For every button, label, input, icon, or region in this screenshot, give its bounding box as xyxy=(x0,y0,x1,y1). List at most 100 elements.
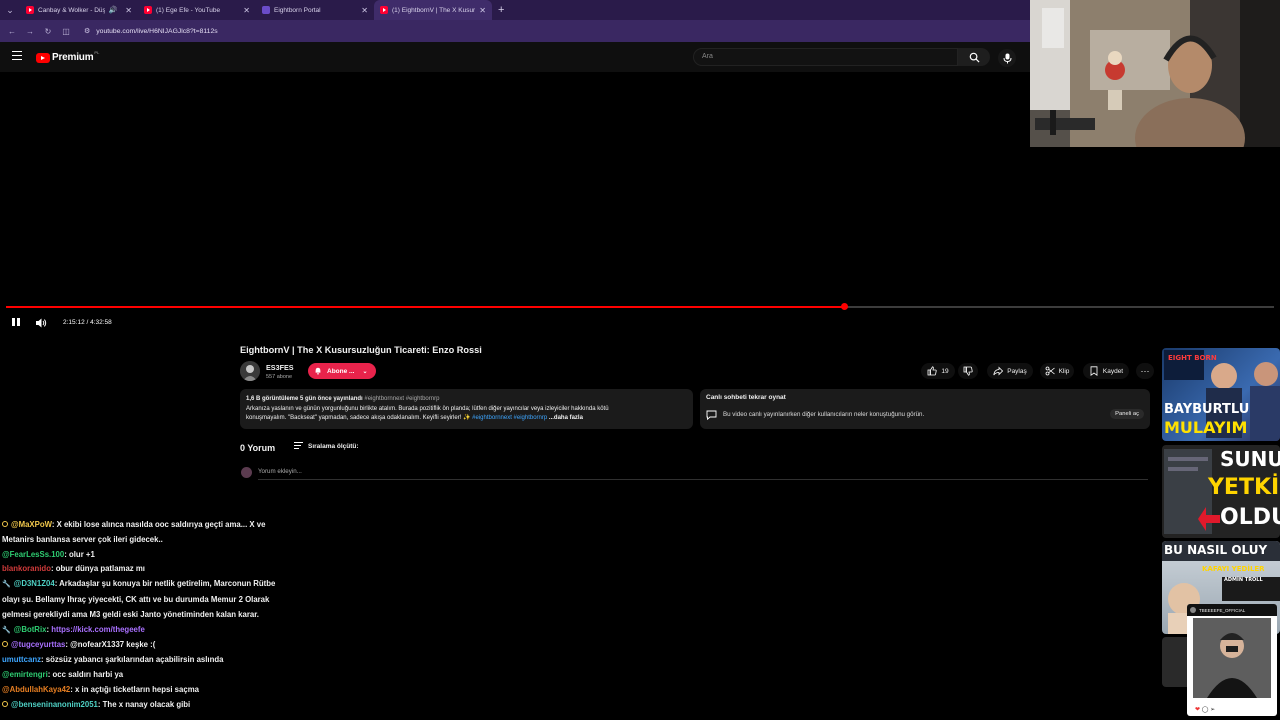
more-icon: ⋯ xyxy=(1140,365,1150,376)
progress-played xyxy=(6,306,845,308)
clip-label: Klip xyxy=(1058,367,1070,375)
portal-favicon-icon xyxy=(262,6,270,14)
search-icon xyxy=(969,52,980,63)
chat-username[interactable]: @FearLesSs.100 xyxy=(2,550,64,559)
browser-tab-3[interactable]: Eightborn Portal ✕ xyxy=(256,0,374,20)
reload-icon[interactable]: ↻ xyxy=(42,27,54,36)
youtube-favicon-icon xyxy=(144,6,152,14)
save-button[interactable]: Kaydet xyxy=(1083,363,1129,379)
youtube-header: Premium PL Ara xyxy=(0,42,1030,72)
recommended-video-thumbnail[interactable]: EIGHT BORN BAYBURTLU MULAYIM xyxy=(1162,348,1280,441)
site-settings-icon[interactable]: ⚙ xyxy=(84,27,90,35)
microphone-icon xyxy=(1003,53,1011,63)
heart-icon: ❤ xyxy=(1195,707,1201,713)
description-line-2-row: konuşmayalım. "Backseat" yapmadan, sadec… xyxy=(246,414,687,424)
volume-icon xyxy=(36,318,47,328)
new-tab-icon[interactable]: + xyxy=(498,4,504,16)
thumbnail-title-2: KAFAYI YEDİLER xyxy=(1202,565,1265,573)
recommended-video-thumbnail[interactable]: SUNUC YETKİ OLDU xyxy=(1162,445,1280,538)
like-count: 19 xyxy=(941,367,949,375)
chat-username[interactable]: @BotRix xyxy=(14,625,47,634)
chevron-down-icon: ⌄ xyxy=(362,368,368,375)
chat-message: 🔧 @BotRix: https://kick.com/thegeefe xyxy=(0,623,290,639)
channel-name[interactable]: ES3FES xyxy=(266,363,294,372)
chat-message: @emirtengri: occ saldırı harbi ya xyxy=(0,668,290,683)
chat-username[interactable]: @benseninanonim2051 xyxy=(11,700,98,709)
show-more-link[interactable]: ...daha fazla xyxy=(549,415,583,421)
browser-tab-4[interactable]: (1) EightbornV | The X Kusursu... ✕ xyxy=(374,0,492,20)
close-tab-icon[interactable]: ✕ xyxy=(361,6,368,15)
webcam-image xyxy=(1030,0,1280,147)
chat-text: : The x nanay olacak gibi xyxy=(97,699,191,709)
chat-username[interactable]: umuttcanz xyxy=(2,655,41,664)
avatar-image xyxy=(240,361,260,381)
tab-list-menu-icon[interactable]: ⌄ xyxy=(0,0,20,20)
chat-replay-panel: Canlı sohbeti tekrar oynat Bu video canl… xyxy=(700,389,1150,429)
send-icon: ➢ xyxy=(1210,707,1216,713)
logo-text: Premium xyxy=(52,52,94,63)
pause-icon xyxy=(12,318,15,326)
pause-button[interactable] xyxy=(12,318,20,326)
chat-message: umuttcanz: sözsüz yabancı şarkılarından … xyxy=(0,653,290,668)
chat-replay-text: Bu video canlı yayınlanırken diğer kulla… xyxy=(723,411,925,418)
browser-tab-1[interactable]: Canbay & Wolker - Düşme... 🔊 ✕ xyxy=(20,0,138,20)
instagram-overlay: TBEEEEFE_OFFICIAL ❤ ◯ ➢ xyxy=(1187,604,1277,716)
speaker-icon[interactable]: 🔊 xyxy=(109,6,118,14)
youtube-favicon-icon xyxy=(26,6,34,14)
sub-badge-icon xyxy=(2,700,8,707)
sidebar-toggle-icon[interactable]: ◫ xyxy=(60,27,72,36)
description-box[interactable]: 1,6 B görüntüleme 5 gün önce yayınlandı … xyxy=(240,389,693,429)
share-button[interactable]: Paylaş xyxy=(987,363,1033,379)
stream-chat-overlay: @MaXPoW: X ekibi lose alınca nasılda ooc… xyxy=(0,518,290,712)
chat-username[interactable]: @emirtengri xyxy=(2,670,48,679)
voice-search-button[interactable] xyxy=(998,49,1016,67)
time-display: 2:15:12 / 4:32:58 xyxy=(63,319,112,326)
forward-icon[interactable]: → xyxy=(24,27,36,36)
description-meta-tags[interactable]: #eightbornnext #eightbornrp xyxy=(364,396,439,402)
chat-message: 🔧 @D3N1Z04: Arkadaşlar şu konuya bir netl… xyxy=(0,577,282,622)
instagram-header: TBEEEEFE_OFFICIAL xyxy=(1187,604,1277,616)
more-actions-button[interactable]: ⋯ xyxy=(1136,363,1154,379)
chat-username[interactable]: @D3N1Z04 xyxy=(14,579,55,588)
chat-message: @benseninanonim2051: The x nanay olacak … xyxy=(0,698,290,713)
comment-input-underline xyxy=(258,479,1148,480)
clip-button[interactable]: Klip xyxy=(1040,363,1074,379)
tab-title: (1) EightbornV | The X Kusursu... xyxy=(392,6,476,14)
chat-username[interactable]: @MaXPoW xyxy=(11,520,52,529)
thumbnail-title-3: ADMİN TROLL xyxy=(1224,577,1263,583)
channel-avatar[interactable] xyxy=(240,361,260,381)
volume-button[interactable] xyxy=(35,316,47,328)
dislike-button[interactable] xyxy=(958,363,978,379)
search-input[interactable]: Ara xyxy=(693,48,958,66)
chat-bubble-icon xyxy=(706,410,717,420)
sort-button[interactable]: Sıralama ölçütü: xyxy=(294,442,359,451)
close-tab-icon[interactable]: ✕ xyxy=(479,6,486,15)
search-button[interactable] xyxy=(958,48,990,66)
progress-bar[interactable] xyxy=(6,303,1274,310)
open-panel-button[interactable]: Paneli aç xyxy=(1110,409,1144,419)
bell-icon xyxy=(315,367,321,375)
close-tab-icon[interactable]: ✕ xyxy=(125,6,132,15)
chat-username[interactable]: @tugceyurttas xyxy=(11,640,65,649)
description-hashtags[interactable]: #eightbornnext #eightbornrp xyxy=(472,415,547,421)
scrubber-handle[interactable] xyxy=(840,303,848,310)
like-button[interactable]: 19 xyxy=(921,363,955,379)
youtube-play-icon xyxy=(36,52,50,63)
menu-icon[interactable] xyxy=(12,51,22,61)
close-tab-icon[interactable]: ✕ xyxy=(243,6,250,15)
chat-text: : sözsüz yabancı şarkılarından açabilirs… xyxy=(41,655,224,665)
comment-input[interactable]: Yorum ekleyin... xyxy=(258,468,302,475)
chat-username[interactable]: blankoranido xyxy=(2,564,51,573)
browser-tab-2[interactable]: (1) Ege Efe - YouTube ✕ xyxy=(138,0,256,20)
url-field[interactable]: youtube.com/live/H6NIJAGJlc8?t=8112s xyxy=(96,28,217,35)
wrench-badge-icon: 🔧 xyxy=(2,581,11,589)
subscribe-button[interactable]: Abone ... ⌄ xyxy=(308,363,376,379)
scissors-icon xyxy=(1045,366,1055,376)
chat-username[interactable]: @AbdullahKaya42 xyxy=(2,685,70,694)
tab-title: (1) Ege Efe - YouTube xyxy=(156,6,221,14)
back-icon[interactable]: ← xyxy=(6,27,18,36)
chat-link[interactable]: https://kick.com/thegeefe xyxy=(51,625,145,634)
youtube-logo[interactable]: Premium PL xyxy=(36,50,99,63)
thumbnail-title-2: MULAYIM xyxy=(1164,418,1248,437)
tab-title: Canbay & Wolker - Düşme... xyxy=(38,6,105,14)
